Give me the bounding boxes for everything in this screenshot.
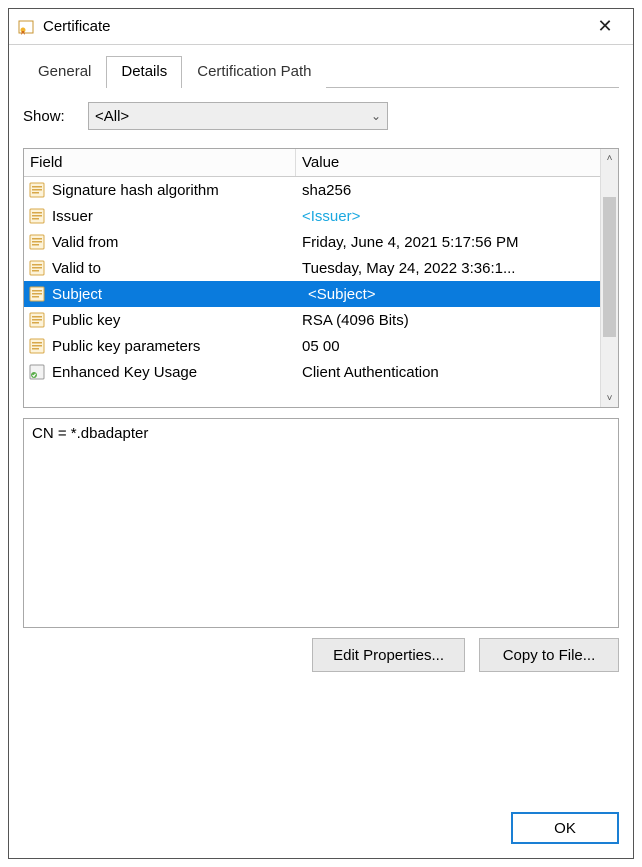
column-header-field[interactable]: Field — [24, 149, 296, 176]
field-value: 05 00 — [296, 338, 600, 355]
extension-icon — [28, 363, 46, 381]
detail-text: CN = *.dbadapter — [32, 425, 148, 442]
show-dropdown[interactable]: <All> ⌄ — [88, 102, 388, 130]
table-row[interactable]: Public key parameters 05 00 — [24, 333, 600, 359]
field-value: Friday, June 4, 2021 5:17:56 PM — [296, 234, 600, 251]
tab-certification-path[interactable]: Certification Path — [182, 56, 326, 88]
property-icon — [28, 181, 46, 199]
detail-text-box[interactable]: CN = *.dbadapter — [23, 418, 619, 628]
property-icon — [28, 207, 46, 225]
scroll-down-icon[interactable]: ˅ — [601, 389, 618, 407]
table-row[interactable]: Issuer <Issuer> — [24, 203, 600, 229]
action-buttons: Edit Properties... Copy to File... — [23, 638, 619, 672]
window-title: Certificate — [43, 18, 585, 35]
field-value: <Issuer> — [296, 208, 600, 225]
close-button[interactable]: ✕ — [585, 12, 625, 42]
table-row[interactable]: Signature hash algorithm sha256 — [24, 177, 600, 203]
property-icon — [28, 259, 46, 277]
tab-strip: General Details Certification Path — [23, 55, 619, 88]
title-bar: Certificate ✕ — [9, 9, 633, 45]
property-icon — [28, 337, 46, 355]
field-list: Field Value Signature hash algorithm sha2… — [23, 148, 619, 408]
field-name: Enhanced Key Usage — [52, 364, 197, 381]
field-value: sha256 — [296, 182, 600, 199]
field-value: <Subject> — [296, 286, 600, 303]
tab-general[interactable]: General — [23, 56, 106, 88]
content-area: General Details Certification Path Show:… — [9, 45, 633, 858]
close-icon: ✕ — [597, 16, 612, 37]
field-name: Valid to — [52, 260, 101, 277]
field-value: Client Authentication — [296, 364, 600, 381]
certificate-icon — [17, 18, 35, 36]
certificate-dialog: Certificate ✕ General Details Certificat… — [8, 8, 634, 859]
scroll-track[interactable] — [601, 167, 618, 389]
field-name: Issuer — [52, 208, 93, 225]
chevron-down-icon: ⌄ — [371, 109, 381, 123]
list-header: Field Value — [24, 149, 600, 177]
scroll-thumb[interactable] — [603, 197, 616, 337]
show-label: Show: — [23, 108, 88, 125]
ok-button[interactable]: OK — [511, 812, 619, 844]
field-value: Tuesday, May 24, 2022 3:36:1... — [296, 260, 600, 277]
field-name: Valid from — [52, 234, 118, 251]
property-icon — [28, 233, 46, 251]
table-row[interactable]: Valid from Friday, June 4, 2021 5:17:56 P… — [24, 229, 600, 255]
scroll-up-icon[interactable]: ˄ — [601, 149, 618, 167]
column-header-value[interactable]: Value — [296, 154, 600, 171]
show-filter-row: Show: <All> ⌄ — [23, 102, 619, 130]
table-row[interactable]: Valid to Tuesday, May 24, 2022 3:36:1... — [24, 255, 600, 281]
field-value: RSA (4096 Bits) — [296, 312, 600, 329]
property-icon — [28, 311, 46, 329]
field-name: Subject — [52, 286, 102, 303]
field-name: Public key — [52, 312, 120, 329]
vertical-scrollbar[interactable]: ˄ ˅ — [600, 149, 618, 407]
table-row[interactable]: Public key RSA (4096 Bits) — [24, 307, 600, 333]
show-value: <All> — [95, 108, 129, 125]
property-icon — [28, 285, 46, 303]
table-row[interactable]: Subject <Subject> — [24, 281, 600, 307]
edit-properties-button[interactable]: Edit Properties... — [312, 638, 465, 672]
footer: OK — [23, 798, 619, 844]
field-name: Public key parameters — [52, 338, 200, 355]
table-row[interactable]: Enhanced Key Usage Client Authentication — [24, 359, 600, 385]
copy-to-file-button[interactable]: Copy to File... — [479, 638, 619, 672]
field-name: Signature hash algorithm — [52, 182, 219, 199]
tab-details[interactable]: Details — [106, 56, 182, 88]
